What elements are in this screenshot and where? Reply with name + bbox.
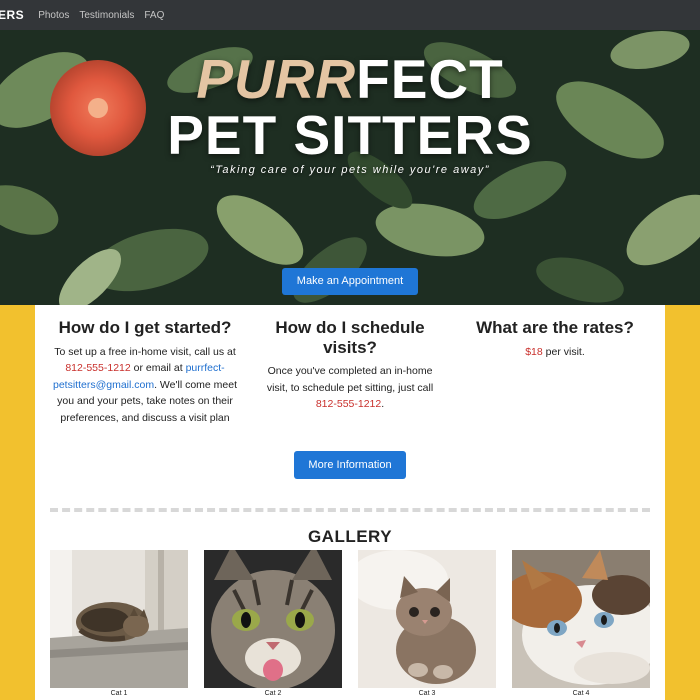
schedule-column: How do I schedule visits? Once you've co… [260,318,440,413]
rates-heading: What are the rates? [476,318,634,337]
rates-text: $18 per visit. [525,345,585,358]
phone-link[interactable]: 812-555-1212 [65,362,130,374]
get-started-text: To set up a free in-home visit, call us … [52,345,238,424]
gallery-caption-4: Cat 4 [572,690,590,697]
get-started-heading: How do I get started? [58,318,232,337]
gallery-image-cat-2[interactable] [204,550,342,688]
make-appointment-button[interactable]: Make an Appointment [282,268,418,295]
gallery-image-cat-4[interactable] [512,550,650,688]
gallery-caption-1: Cat 1 [110,690,128,697]
gallery-image-cat-1[interactable] [50,550,188,688]
schedule-text: Once you've completed an in-home visit, … [266,365,434,411]
gallery-image-cat-3[interactable] [358,550,496,688]
navbar: ERS Photos Testimonials FAQ [0,0,700,30]
hero-title-rest: FECT [356,48,504,110]
gallery-title: GALLERY [307,527,393,546]
schedule-phone-link[interactable]: 812-555-1212 [316,398,381,410]
hero-banner: PURRFECT PET SITTERS “Taking care of you… [0,30,700,305]
hero-title-accent: PURR [196,48,357,110]
nav-link-photos[interactable]: Photos [38,10,69,21]
rate-price: $18 [525,345,543,358]
gallery-caption-3: Cat 3 [418,690,436,697]
nav-brand[interactable]: ERS [0,8,24,22]
nav-link-testimonials[interactable]: Testimonials [79,10,134,21]
content-panel: How do I get started? To set up a free i… [35,305,665,700]
gallery-caption-2: Cat 2 [264,690,282,697]
more-information-button[interactable]: More Information [294,451,406,479]
hero-title-line2: PET SITTERS [167,104,533,166]
dashed-divider [50,508,650,512]
nav-link-faq[interactable]: FAQ [144,10,164,21]
get-started-column: How do I get started? To set up a free i… [45,318,245,426]
schedule-heading: How do I schedule visits? [275,318,425,357]
hero-title-line1: PURRFECT [0,52,700,107]
rates-column: What are the rates? $18 per visit. [455,318,655,360]
hero-tagline: “Taking care of your pets while you're a… [210,164,490,176]
